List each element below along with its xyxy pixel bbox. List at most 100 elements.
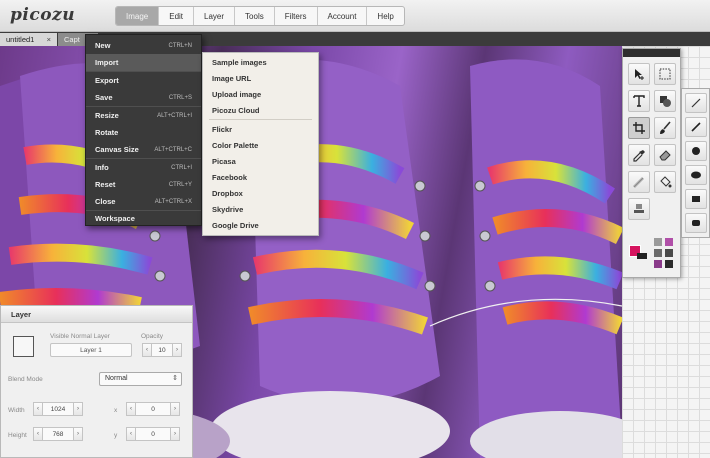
submenu-item-skydrive[interactable]: Skydrive <box>203 201 318 217</box>
menu-item-save[interactable]: Save CTRL+S <box>86 89 201 106</box>
increment-button[interactable]: › <box>170 402 180 416</box>
brush-size-rounded[interactable] <box>685 213 707 233</box>
smudge-tool[interactable] <box>628 171 650 193</box>
submenu-item-flickr[interactable]: Flickr <box>203 121 318 137</box>
stamp-icon <box>634 204 644 213</box>
submenu-item-image-url[interactable]: Image URL <box>203 70 318 86</box>
menu-help[interactable]: Help <box>367 7 403 25</box>
increment-button[interactable]: › <box>73 402 83 416</box>
move-tool[interactable] <box>628 63 650 85</box>
menu-account[interactable]: Account <box>318 7 368 25</box>
brush-tool[interactable] <box>654 117 676 139</box>
decrement-button[interactable]: ‹ <box>126 427 136 441</box>
blend-mode-select[interactable]: Normal ⇕ <box>99 372 182 386</box>
item-label: Resize <box>95 111 119 120</box>
decrement-button[interactable]: ‹ <box>33 402 43 416</box>
blend-mode-value: Normal <box>105 375 128 382</box>
menu-layer[interactable]: Layer <box>194 7 236 25</box>
decrement-button[interactable]: ‹ <box>33 427 43 441</box>
menu-item-close[interactable]: Close ALT+CTRL+X <box>86 193 201 210</box>
height-value[interactable]: 768 <box>43 427 73 441</box>
palette-swatch[interactable] <box>665 249 673 257</box>
submenu-item-facebook[interactable]: Facebook <box>203 169 318 185</box>
menu-item-rotate[interactable]: Rotate <box>86 124 201 141</box>
layer-name-field[interactable]: Layer 1 <box>50 343 132 357</box>
palette-swatch[interactable] <box>665 260 673 268</box>
shape-tool[interactable] <box>654 90 676 112</box>
palette-swatch[interactable] <box>654 260 662 268</box>
paint-bucket-icon <box>660 176 672 188</box>
menu-item-resize[interactable]: Resize ALT+CTRL+I <box>86 107 201 124</box>
width-stepper: ‹ 1024 › <box>33 402 83 416</box>
toolbox-drag-handle[interactable] <box>623 49 680 57</box>
menu-item-workspace[interactable]: Workspace <box>86 210 201 227</box>
close-icon[interactable]: × <box>47 35 51 44</box>
submenu-item-sample-images[interactable]: Sample images <box>203 54 318 70</box>
opacity-label: Opacity <box>141 333 164 340</box>
brush-size-ellipse[interactable] <box>685 165 707 185</box>
eraser-tool[interactable] <box>654 144 676 166</box>
cursor-plus-icon <box>635 69 644 80</box>
opacity-value[interactable]: 10 <box>152 343 172 357</box>
shapes-icon <box>660 96 671 107</box>
menu-tools[interactable]: Tools <box>235 7 275 25</box>
eyedropper-tool[interactable] <box>628 144 650 166</box>
item-label: Save <box>95 93 113 102</box>
item-label: Canvas Size <box>95 145 139 154</box>
text-tool[interactable] <box>628 90 650 112</box>
menu-item-import[interactable]: Import <box>86 54 201 71</box>
crop-tool[interactable] <box>628 117 650 139</box>
item-label: Rotate <box>95 128 119 137</box>
palette-swatch[interactable] <box>654 249 662 257</box>
select-arrow-icon: ⇕ <box>172 375 178 382</box>
decrement-button[interactable]: ‹ <box>142 343 152 357</box>
menu-item-reset[interactable]: Reset CTRL+Y <box>86 176 201 193</box>
eraser-icon <box>659 150 671 161</box>
submenu-item-upload-image[interactable]: Upload image <box>203 86 318 102</box>
item-label: Reset <box>95 180 116 189</box>
layer-panel-title[interactable]: Layer <box>1 306 192 323</box>
y-stepper: ‹ 0 › <box>126 427 180 441</box>
menu-item-export[interactable]: Export <box>86 72 201 89</box>
x-label: x <box>114 407 118 414</box>
menu-item-new[interactable]: New CTRL+N <box>86 37 201 54</box>
square-brush-icon <box>692 196 700 202</box>
decrement-button[interactable]: ‹ <box>126 402 136 416</box>
item-label: Export <box>95 76 119 85</box>
x-stepper: ‹ 0 › <box>126 402 180 416</box>
menu-edit[interactable]: Edit <box>159 7 195 25</box>
secondary-color-swatch[interactable] <box>637 253 647 259</box>
line-tool[interactable] <box>685 93 707 113</box>
layer-thumbnail[interactable] <box>13 336 34 357</box>
pen-tool[interactable] <box>685 117 707 137</box>
tab-untitled1[interactable]: untitled1 × <box>0 33 57 46</box>
submenu-item-dropbox[interactable]: Dropbox <box>203 185 318 201</box>
smudge-icon <box>632 176 645 189</box>
item-label: Import <box>95 58 119 67</box>
fill-tool[interactable] <box>654 171 676 193</box>
item-shortcut: CTRL+N <box>168 42 192 49</box>
palette-swatch[interactable] <box>654 238 662 246</box>
submenu-item-color-palette[interactable]: Color Palette <box>203 137 318 153</box>
x-value[interactable]: 0 <box>136 402 170 416</box>
item-label: Workspace <box>95 214 135 223</box>
palette-swatch[interactable] <box>665 238 673 246</box>
brush-size-large[interactable] <box>685 141 707 161</box>
app-logo[interactable]: picozu <box>10 5 75 25</box>
increment-button[interactable]: › <box>73 427 83 441</box>
width-value[interactable]: 1024 <box>43 402 73 416</box>
increment-button[interactable]: › <box>172 343 182 357</box>
menu-item-info[interactable]: Info CTRL+I <box>86 159 201 176</box>
menu-item-canvas-size[interactable]: Canvas Size ALT+CTRL+C <box>86 141 201 158</box>
submenu-item-picasa[interactable]: Picasa <box>203 153 318 169</box>
marquee-tool[interactable] <box>654 63 676 85</box>
submenu-item-google-drive[interactable]: Google Drive <box>203 217 318 233</box>
increment-button[interactable]: › <box>170 427 180 441</box>
stamp-tool[interactable] <box>628 198 650 220</box>
y-value[interactable]: 0 <box>136 427 170 441</box>
menu-filters[interactable]: Filters <box>275 7 318 25</box>
brush-size-square[interactable] <box>685 189 707 209</box>
width-label: Width <box>8 407 25 414</box>
menu-image[interactable]: Image <box>116 7 160 25</box>
submenu-item-picozu-cloud[interactable]: Picozu Cloud <box>203 102 318 118</box>
